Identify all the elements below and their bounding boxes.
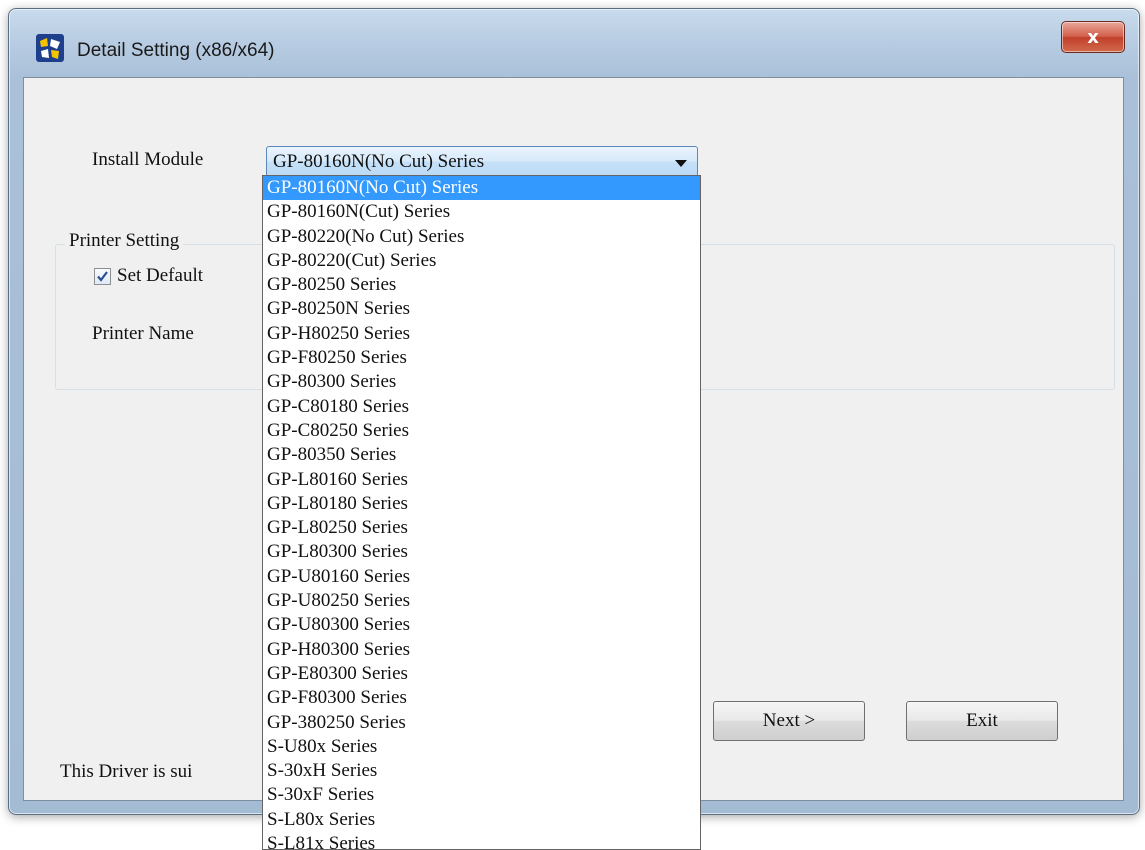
install-module-dropdown-list[interactable]: GP-80160N(No Cut) Series GP-80160N(Cut) S… xyxy=(262,175,701,850)
install-module-value: GP-80160N(No Cut) Series xyxy=(273,151,485,172)
dropdown-option[interactable]: GP-H80300 Series xyxy=(263,638,700,662)
install-module-select[interactable]: GP-80160N(No Cut) Series xyxy=(266,146,698,177)
close-button[interactable]: x xyxy=(1061,21,1125,53)
dropdown-option[interactable]: GP-80250 Series xyxy=(263,273,700,297)
dropdown-option[interactable]: S-L80x Series xyxy=(263,808,700,832)
dropdown-option[interactable]: GP-H80250 Series xyxy=(263,322,700,346)
dropdown-option[interactable]: GP-U80160 Series xyxy=(263,565,700,589)
chevron-down-icon[interactable] xyxy=(675,160,687,167)
app-icon xyxy=(35,33,65,63)
printer-setting-title: Printer Setting xyxy=(65,230,184,252)
dropdown-option[interactable]: GP-C80180 Series xyxy=(263,395,700,419)
install-module-label: Install Module xyxy=(92,149,204,170)
dropdown-option[interactable]: GP-380250 Series xyxy=(263,711,700,735)
dropdown-option[interactable]: GP-E80300 Series xyxy=(263,662,700,686)
dropdown-option[interactable]: GP-L80300 Series xyxy=(263,540,700,564)
dropdown-option[interactable]: GP-80350 Series xyxy=(263,443,700,467)
dropdown-option[interactable]: GP-C80250 Series xyxy=(263,419,700,443)
dropdown-option[interactable]: S-30xH Series xyxy=(263,759,700,783)
dropdown-option[interactable]: GP-L80180 Series xyxy=(263,492,700,516)
dropdown-option[interactable]: GP-80300 Series xyxy=(263,370,700,394)
window-title: Detail Setting (x86/x64) xyxy=(77,40,275,61)
dropdown-option[interactable]: GP-F80300 Series xyxy=(263,686,700,710)
dropdown-option[interactable]: GP-U80250 Series xyxy=(263,589,700,613)
dropdown-option[interactable]: GP-L80250 Series xyxy=(263,516,700,540)
dropdown-option[interactable]: GP-80220(No Cut) Series xyxy=(263,225,700,249)
dropdown-option[interactable]: GP-80160N(Cut) Series xyxy=(263,200,700,224)
dropdown-option[interactable]: GP-U80300 Series xyxy=(263,613,700,637)
next-button[interactable]: Next > xyxy=(713,701,865,741)
dropdown-option[interactable]: GP-L80160 Series xyxy=(263,468,700,492)
set-default-checkbox[interactable] xyxy=(94,268,111,285)
close-icon: x xyxy=(1087,26,1099,48)
set-default-label: Set Default xyxy=(117,265,204,286)
dropdown-option[interactable]: GP-F80250 Series xyxy=(263,346,700,370)
dropdown-option[interactable]: S-U80x Series xyxy=(263,735,700,759)
dropdown-option[interactable]: S-30xF Series xyxy=(263,783,700,807)
dropdown-option[interactable]: GP-80250N Series xyxy=(263,297,700,321)
printer-name-label: Printer Name xyxy=(92,323,194,344)
dropdown-option[interactable]: GP-80160N(No Cut) Series xyxy=(263,176,700,201)
dropdown-option[interactable]: GP-80220(Cut) Series xyxy=(263,249,700,273)
title-bar[interactable]: Detail Setting (x86/x64) x xyxy=(9,9,1139,79)
dropdown-option[interactable]: S-L81x Series xyxy=(263,832,700,849)
exit-button[interactable]: Exit xyxy=(906,701,1058,741)
driver-info-text: This Driver is sui xyxy=(60,761,193,782)
checkmark-icon xyxy=(97,271,108,282)
